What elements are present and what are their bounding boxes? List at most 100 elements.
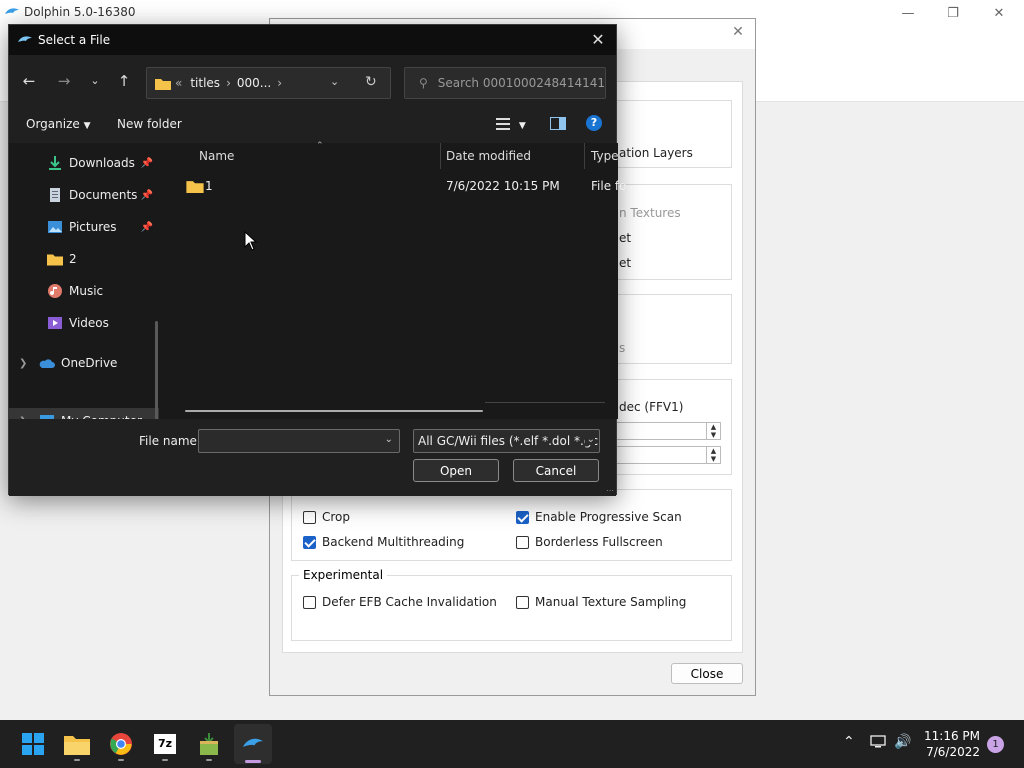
file-dialog-close-icon[interactable]: ✕ [588, 30, 608, 50]
misc-group [291, 489, 732, 561]
sidebar-item-downloads[interactable]: Downloads 📌 [9, 149, 159, 177]
spinbox-2[interactable]: ▲ ▼ [611, 446, 721, 464]
defer-efb-checkbox[interactable]: Defer EFB Cache Invalidation [303, 595, 497, 609]
sidebar-item-videos[interactable]: Videos [9, 309, 159, 337]
taskbar-clock[interactable]: 11:16 PM 7/6/2022 [910, 728, 980, 760]
sidebar-item-label: Pictures [69, 220, 117, 234]
start-button[interactable] [18, 730, 48, 758]
borderless-fullscreen-checkbox[interactable]: Borderless Fullscreen [516, 535, 663, 549]
checkbox-checked-icon[interactable] [516, 510, 529, 524]
volume-icon[interactable]: 🔊 [894, 734, 911, 750]
installer-taskbar-button[interactable] [194, 730, 224, 758]
address-dropdown-chevron-icon[interactable]: ⌄ [330, 75, 339, 88]
sidebar-item-label: Documents [69, 188, 138, 202]
experimental-title: Experimental [299, 568, 388, 582]
taskbar: 7z ⌃ 🔊 11:16 PM 7/6/2022 1 [0, 720, 1024, 768]
borderless-fullscreen-label: Borderless Fullscreen [535, 535, 663, 549]
new-folder-button[interactable]: New folder [117, 117, 182, 131]
organize-button[interactable]: Organize ▼ [26, 117, 91, 131]
show-hidden-icons-chevron-icon[interactable]: ⌃ [843, 734, 855, 750]
textures-label: n Textures [619, 206, 681, 220]
file-name-cell: 1 [205, 179, 213, 193]
7zip-taskbar-button[interactable]: 7z [150, 730, 180, 758]
sidebar-item-pictures[interactable]: Pictures 📌 [9, 213, 159, 241]
recent-locations-chevron-icon[interactable]: ⌄ [84, 71, 106, 91]
cancel-button[interactable]: Cancel [513, 459, 599, 482]
sidebar-item-label: Videos [69, 316, 109, 330]
column-divider[interactable] [584, 143, 585, 169]
notification-badge[interactable]: 1 [987, 736, 1004, 753]
running-indicator [162, 759, 168, 761]
graphics-dialog-close-icon[interactable]: ✕ [727, 24, 749, 44]
forward-arrow-icon[interactable]: → [53, 71, 75, 91]
breadcrumb-titles[interactable]: titles [190, 76, 220, 90]
clock-date: 7/6/2022 [926, 745, 980, 759]
chevron-down-icon[interactable]: ⌄ [385, 434, 393, 445]
back-arrow-icon[interactable]: ← [18, 71, 40, 91]
checkbox-icon[interactable] [303, 595, 316, 609]
address-overflow[interactable]: « [175, 76, 182, 90]
close-window-button[interactable]: ✕ [976, 0, 1022, 26]
graphics-close-button[interactable]: Close [671, 663, 743, 684]
column-divider[interactable] [440, 143, 441, 169]
spin-arrows-icon[interactable]: ▲ ▼ [706, 447, 720, 463]
backend-multithreading-checkbox[interactable]: Backend Multithreading [303, 535, 464, 549]
progressive-scan-checkbox[interactable]: Enable Progressive Scan [516, 510, 682, 524]
downloads-icon [49, 156, 61, 170]
defer-efb-label: Defer EFB Cache Invalidation [322, 595, 497, 609]
checkbox-icon[interactable] [516, 535, 529, 549]
search-box[interactable]: ⚲ Search 0001000248414141 [404, 67, 606, 99]
file-name-input[interactable]: ⌄ [198, 429, 400, 453]
spinbox-1[interactable]: ▲ ▼ [611, 422, 721, 440]
expand-chevron-icon[interactable]: ❯ [19, 358, 39, 369]
help-icon[interactable]: ? [586, 115, 602, 131]
progressive-scan-label: Enable Progressive Scan [535, 510, 682, 524]
file-name-label: File name: [139, 434, 201, 448]
breadcrumb-separator: › [226, 76, 231, 90]
file-row[interactable]: 1 7/6/2022 10:15 PM File fo [184, 175, 626, 197]
maximize-button[interactable]: ❐ [930, 0, 976, 26]
sidebar-item-label: OneDrive [61, 356, 118, 370]
spin-arrows-icon[interactable]: ▲ ▼ [706, 423, 720, 439]
resize-grip-icon[interactable]: ⋯ [606, 486, 614, 495]
chevron-down-icon[interactable]: ⌄ [584, 434, 595, 445]
windows-logo-icon [22, 733, 44, 755]
network-icon[interactable] [870, 734, 888, 754]
checkbox-icon[interactable] [516, 595, 529, 609]
breadcrumb-folder[interactable]: 000... [237, 76, 271, 90]
checkbox-icon[interactable] [303, 510, 316, 524]
sidebar-item-music[interactable]: Music [9, 277, 159, 305]
documents-icon [50, 188, 60, 202]
folder-icon [155, 78, 171, 90]
refresh-icon[interactable]: ↻ [365, 74, 377, 90]
file-type-value: All GC/Wii files (*.elf *.dol *.gcm [418, 434, 600, 448]
dolphin-icon [243, 738, 263, 747]
file-type-select[interactable]: All GC/Wii files (*.elf *.dol *.gcm ⌄ [413, 429, 600, 453]
view-options-button[interactable]: ▼ [495, 117, 526, 134]
manual-texture-checkbox[interactable]: Manual Texture Sampling [516, 595, 686, 609]
chrome-taskbar-button[interactable] [106, 730, 136, 758]
minimize-button[interactable]: — [885, 0, 931, 26]
onedrive-cloud-icon [39, 359, 55, 368]
list-view-icon [496, 118, 510, 130]
sidebar-item-documents[interactable]: Documents 📌 [9, 181, 159, 209]
column-header-type[interactable]: Type [591, 143, 619, 169]
file-explorer-taskbar-button[interactable] [62, 730, 92, 758]
address-bar[interactable]: « titles › 000... › ⌄ ↻ [146, 67, 391, 99]
crop-checkbox[interactable]: Crop [303, 510, 350, 524]
column-header-date-modified[interactable]: Date modified [446, 143, 531, 169]
horizontal-scrollbar[interactable] [185, 410, 483, 412]
dolphin-taskbar-button[interactable] [238, 730, 268, 758]
checkbox-checked-icon[interactable] [303, 535, 316, 549]
7zip-icon: 7z [154, 734, 176, 754]
dolphin-icon [5, 8, 19, 14]
sidebar-item-folder-2[interactable]: 2 [9, 245, 159, 273]
navigation-pane: Downloads 📌 Documents 📌 Pictures 📌 2 Mus… [9, 143, 166, 481]
up-arrow-icon[interactable]: ↑ [113, 71, 135, 91]
open-button[interactable]: Open [413, 459, 499, 482]
preview-pane-button[interactable] [550, 117, 566, 133]
command-bar: Organize ▼ New folder ▼ ? [9, 105, 616, 143]
column-header-name[interactable]: Name [199, 143, 234, 169]
preview-pane-icon [550, 117, 566, 130]
sidebar-item-onedrive[interactable]: ❯ OneDrive [9, 349, 159, 377]
